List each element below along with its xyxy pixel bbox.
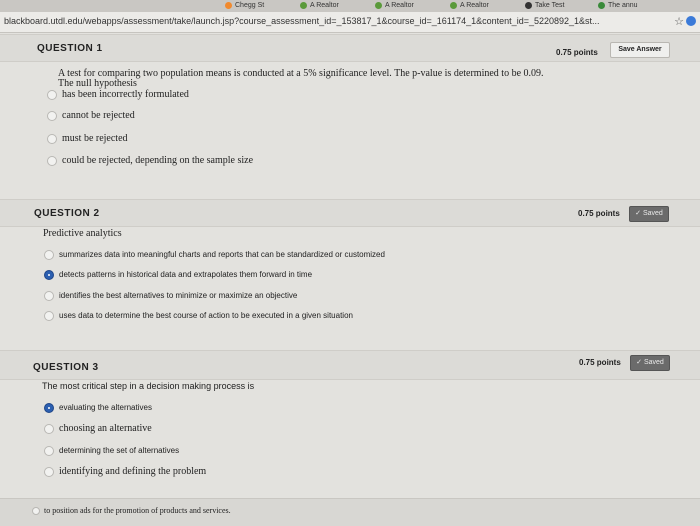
question-2-title: QUESTION 2 bbox=[34, 208, 100, 219]
google-favicon-icon bbox=[598, 1, 605, 9]
radio-button[interactable] bbox=[44, 311, 54, 321]
extension-icon[interactable] bbox=[686, 16, 696, 26]
question-3-text: The most critical step in a decision mak… bbox=[42, 381, 255, 391]
radio-button[interactable] bbox=[47, 90, 57, 100]
browser-tab[interactable]: A Realtor bbox=[450, 0, 489, 12]
browser-tab[interactable]: A Realtor bbox=[300, 0, 339, 12]
next-question-partial: to position ads for the promotion of pro… bbox=[0, 498, 700, 526]
radio-button[interactable] bbox=[44, 424, 54, 434]
browser-tab[interactable]: Chegg St bbox=[225, 0, 264, 12]
saved-button[interactable]: ✓ Saved bbox=[630, 355, 670, 371]
realtor-favicon-icon bbox=[300, 1, 307, 9]
radio-button[interactable] bbox=[47, 134, 57, 144]
question-3-points: 0.75 points bbox=[579, 358, 621, 367]
saved-button[interactable]: ✓ Saved bbox=[629, 206, 669, 222]
question-3-header: QUESTION 3 0.75 points ✓ Saved bbox=[0, 350, 700, 380]
address-bar[interactable]: blackboard.utdl.edu/webapps/assessment/t… bbox=[0, 12, 700, 33]
realtor-favicon-icon bbox=[375, 1, 382, 9]
radio-button[interactable] bbox=[47, 111, 57, 121]
question-2-text: Predictive analytics bbox=[43, 228, 122, 239]
radio-button[interactable] bbox=[44, 467, 54, 477]
realtor-favicon-icon bbox=[450, 1, 457, 9]
browser-tab-strip: Chegg St A Realtor A Realtor A Realtor T… bbox=[0, 0, 700, 12]
question-2-header: QUESTION 2 0.75 points ✓ Saved bbox=[0, 199, 700, 227]
radio-button[interactable] bbox=[47, 156, 57, 166]
radio-button-selected[interactable] bbox=[44, 403, 54, 413]
blackboard-favicon-icon bbox=[525, 1, 532, 9]
question-3-title: QUESTION 3 bbox=[33, 362, 99, 373]
radio-button-selected[interactable] bbox=[44, 270, 54, 280]
chegg-favicon-icon bbox=[225, 1, 232, 9]
question-1-points: 0.75 points bbox=[556, 48, 598, 57]
question-1-text-line2: The null hypothesis bbox=[58, 78, 137, 89]
radio-button[interactable] bbox=[44, 250, 54, 260]
save-answer-button[interactable]: Save Answer bbox=[610, 42, 670, 58]
url-text[interactable]: blackboard.utdl.edu/webapps/assessment/t… bbox=[4, 16, 600, 26]
bookmark-star-icon[interactable]: ☆ bbox=[674, 15, 684, 28]
radio-button[interactable] bbox=[32, 507, 40, 515]
radio-button[interactable] bbox=[44, 291, 54, 301]
browser-tab-active[interactable]: Take Test bbox=[525, 0, 564, 12]
browser-tab[interactable]: The annu bbox=[598, 0, 638, 12]
question-1-title: QUESTION 1 bbox=[37, 43, 103, 54]
radio-button[interactable] bbox=[44, 446, 54, 456]
question-1-header: QUESTION 1 0.75 points Save Answer bbox=[0, 34, 700, 62]
question-2-points: 0.75 points bbox=[578, 209, 620, 218]
browser-tab[interactable]: A Realtor bbox=[375, 0, 414, 12]
